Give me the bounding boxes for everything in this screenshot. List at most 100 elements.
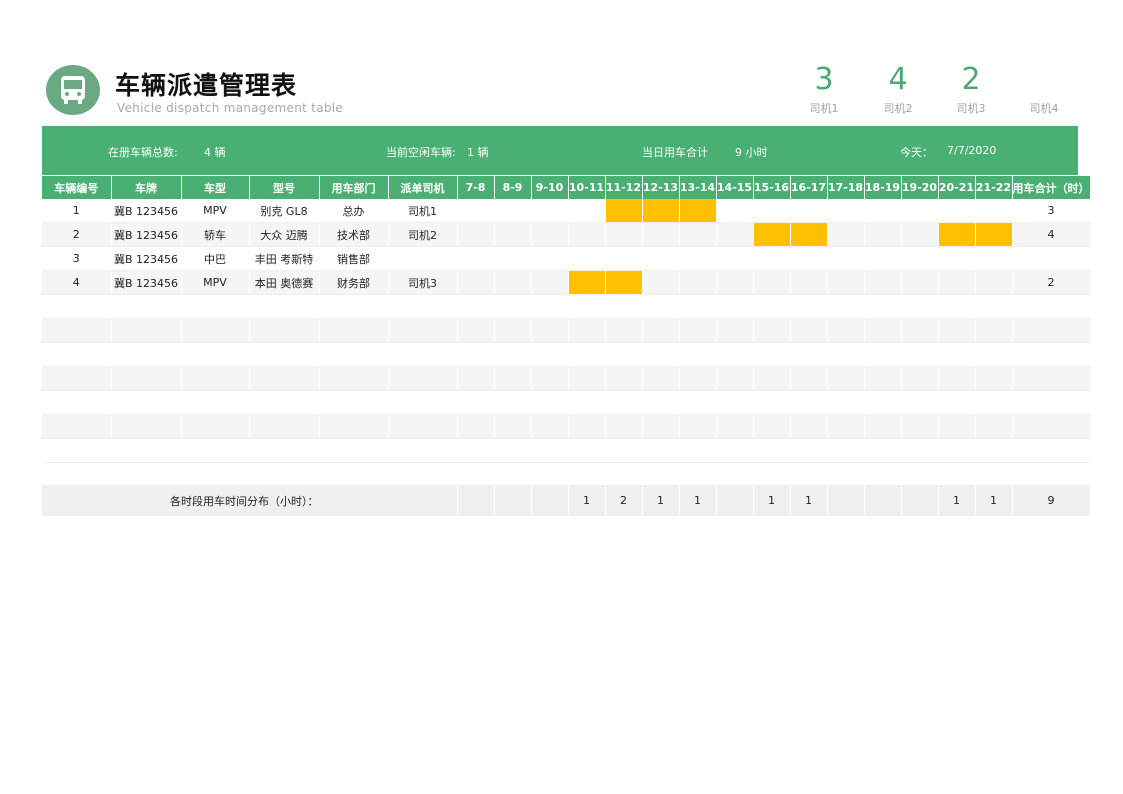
column-header: 20-21 <box>938 176 976 199</box>
distribution-value: 1 <box>938 485 976 516</box>
column-header: 型号 <box>249 176 320 199</box>
table-cell <box>181 318 250 343</box>
stat-label: 司机2 <box>883 102 913 115</box>
time-slot <box>975 270 1013 295</box>
dispatch-table: 车辆编号 车牌 车型 型号 用车部门 派单司机 7-8 8-9 9-10 10-11 11-12 12… <box>42 176 1091 516</box>
table-cell <box>181 414 250 439</box>
table-cell <box>605 342 643 367</box>
table-cell <box>111 366 182 391</box>
table-cell <box>901 438 939 463</box>
table-cell <box>388 414 458 439</box>
busy-slot <box>790 222 828 247</box>
table-cell <box>753 342 791 367</box>
table-cell <box>975 414 1013 439</box>
empty-row <box>42 294 1091 319</box>
time-slot <box>864 199 902 223</box>
table-cell <box>494 342 532 367</box>
empty-row <box>42 318 1091 343</box>
table-cell <box>1012 438 1091 463</box>
table-cell <box>1012 342 1091 367</box>
time-slot <box>605 222 643 247</box>
distribution-value: 1 <box>642 485 680 516</box>
time-slot <box>901 199 939 223</box>
today-value: 7/7/2020 <box>947 144 997 157</box>
table-cell <box>111 342 182 367</box>
table-cell <box>642 366 680 391</box>
table-cell <box>457 390 495 415</box>
table-row: 2 冀B 123456 轿车 大众 迈腾 技术部 司机2 4 <box>42 222 1091 247</box>
stat-driver2: 4 司机2 <box>868 60 928 116</box>
table-cell: 技术部 <box>319 222 389 247</box>
table-cell <box>827 390 865 415</box>
table-cell <box>716 438 754 463</box>
table-cell <box>531 462 569 485</box>
distribution-value <box>827 485 865 516</box>
distribution-value: 2 <box>605 485 643 516</box>
table-cell <box>790 294 828 319</box>
table-cell <box>864 462 902 485</box>
table-cell <box>319 342 389 367</box>
table-header-row: 车辆编号 车牌 车型 型号 用车部门 派单司机 7-8 8-9 9-10 10-11 11-12 12… <box>42 176 1091 199</box>
column-header: 7-8 <box>457 176 495 199</box>
table-cell <box>531 294 569 319</box>
distribution-value <box>494 485 532 516</box>
table-cell <box>642 342 680 367</box>
table-cell <box>679 318 717 343</box>
distribution-value <box>864 485 902 516</box>
stat-value <box>1014 60 1074 100</box>
table-cell <box>319 294 389 319</box>
stat-value: 2 <box>961 62 981 97</box>
table-cell <box>975 462 1013 485</box>
table-cell: 司机2 <box>388 222 458 247</box>
time-slot <box>753 199 791 223</box>
table-cell <box>753 366 791 391</box>
time-slot <box>679 222 717 247</box>
table-cell <box>938 366 976 391</box>
table-cell <box>864 390 902 415</box>
table-row: 1 冀B 123456 MPV 别克 GL8 总办 司机1 3 <box>42 199 1091 223</box>
time-slot <box>753 246 791 271</box>
table-cell: 本田 奥德赛 <box>249 270 320 295</box>
table-cell: 轿车 <box>181 222 250 247</box>
time-slot <box>864 246 902 271</box>
table-cell <box>568 462 606 485</box>
table-cell <box>111 294 182 319</box>
time-slot <box>827 222 865 247</box>
time-slot <box>975 199 1013 223</box>
table-cell <box>753 438 791 463</box>
busy-slot <box>753 222 791 247</box>
table-cell <box>975 342 1013 367</box>
time-slot <box>827 270 865 295</box>
table-cell <box>642 462 680 485</box>
page-title: 车辆派遣管理表 <box>115 71 298 100</box>
column-header: 8-9 <box>494 176 532 199</box>
table-cell <box>716 462 754 485</box>
table-cell <box>111 318 182 343</box>
table-cell: 4 <box>42 270 112 295</box>
table-cell <box>388 462 458 485</box>
table-cell <box>679 438 717 463</box>
time-slot <box>938 270 976 295</box>
idle-vehicles-label: 当前空闲车辆: <box>386 146 456 159</box>
table-cell <box>790 318 828 343</box>
table-cell <box>716 318 754 343</box>
empty-row <box>42 414 1091 439</box>
table-cell <box>568 318 606 343</box>
table-row: 4 冀B 123456 MPV 本田 奥德赛 财务部 司机3 2 <box>42 270 1091 295</box>
table-cell <box>494 390 532 415</box>
table-cell <box>938 438 976 463</box>
table-cell: 1 <box>42 199 112 223</box>
table-cell <box>938 390 976 415</box>
table-cell <box>1012 390 1091 415</box>
table-cell <box>319 366 389 391</box>
table-cell <box>42 342 112 367</box>
time-slot <box>605 246 643 271</box>
time-slot <box>901 246 939 271</box>
table-cell <box>42 462 112 485</box>
table-cell <box>864 438 902 463</box>
time-slot <box>938 199 976 223</box>
time-slot <box>716 222 754 247</box>
time-slot <box>753 270 791 295</box>
time-slot <box>901 222 939 247</box>
busy-slot <box>975 222 1013 247</box>
